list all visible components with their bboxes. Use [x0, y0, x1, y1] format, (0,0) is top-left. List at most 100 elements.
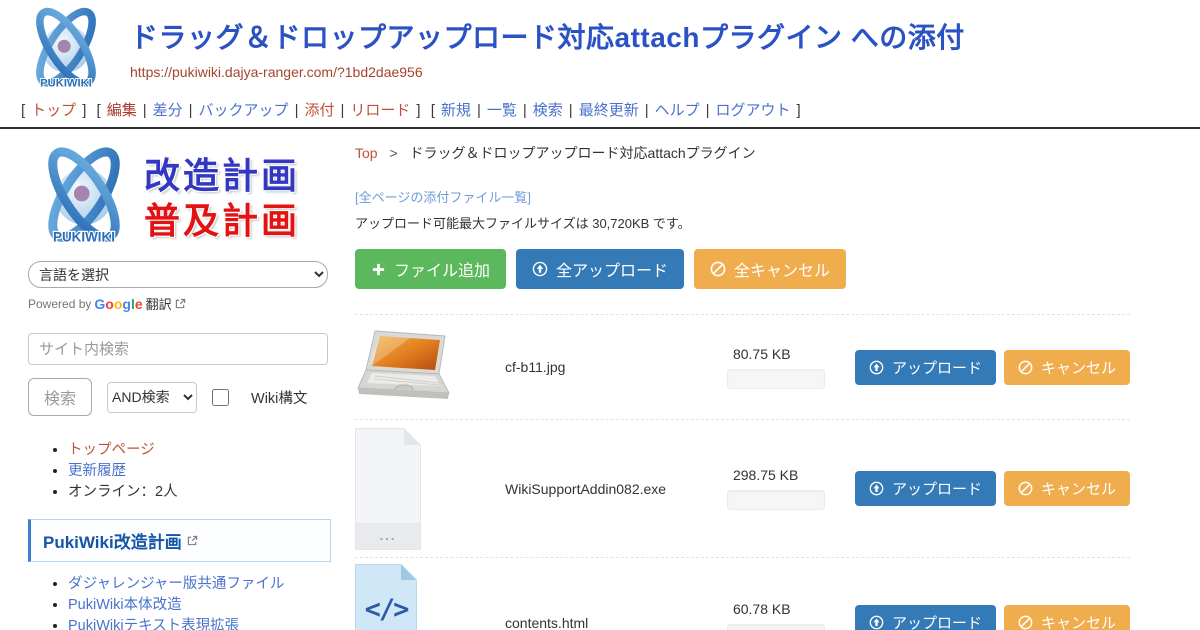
nav-link-search[interactable]: 検索 [533, 102, 563, 119]
code-tag-glyph: </> [365, 594, 408, 625]
pipe-divider: | [340, 102, 344, 119]
nav-link-edit[interactable]: 編集 [107, 102, 137, 119]
cancel-button[interactable]: キャンセル [1004, 471, 1130, 506]
sidebar-link-history[interactable]: 更新履歴 [68, 463, 126, 479]
page-title: ドラッグ＆ドロップアップロード対応attachプラグイン への添付 [130, 16, 965, 56]
pipe-divider: | [189, 102, 193, 119]
file-row: ... WikiSupportAddin082.exe 298.75 KB アッ… [355, 419, 1130, 557]
upload-toolbar: ファイル追加 全アップロード 全キャンセル [355, 249, 1130, 289]
sidebar-link-common-files[interactable]: ダジャレンジャー版共通ファイル [68, 576, 284, 592]
cancel-all-button[interactable]: 全キャンセル [694, 249, 846, 289]
file-icon-band: ... [356, 523, 420, 549]
nav-link-top[interactable]: トップ [31, 102, 76, 119]
nav-link-reload[interactable]: リロード [350, 102, 410, 119]
caption-kaizou-keikaku: 改造計画 [144, 153, 300, 198]
bracket: [ [97, 102, 101, 119]
sidebar-plugin-links: ダジャレンジャー版共通ファイル PukiWiki本体改造 PukiWikiテキス… [28, 574, 331, 630]
pipe-divider: | [477, 102, 481, 119]
file-size: 80.75 KB [727, 346, 839, 362]
svg-text:PUKIWIKI: PUKIWIKI [40, 78, 92, 90]
site-search-input[interactable] [28, 333, 328, 365]
pukiwiki-logo-icon[interactable]: PUKIWIKI [18, 6, 114, 94]
file-size: 298.75 KB [727, 467, 839, 483]
google-translate-attribution[interactable]: Powered by Google 翻訳 [28, 294, 331, 313]
external-link-icon [175, 298, 186, 309]
upload-button[interactable]: アップロード [855, 350, 996, 385]
sidebar-logo[interactable]: PUKIWIKI 改造計画 普及計画 [28, 145, 331, 251]
all-pages-attachment-list-link[interactable]: [全ページの添付ファイル一覧] [355, 187, 1130, 206]
nav-link-attach[interactable]: 添付 [304, 102, 334, 119]
nav-link-diff[interactable]: 差分 [153, 102, 183, 119]
nav-link-list[interactable]: 一覧 [487, 102, 517, 119]
list-item: オンライン：2人 [68, 482, 331, 503]
cancel-button[interactable]: キャンセル [1004, 605, 1130, 630]
file-row: </> contents.html 60.78 KB アップロード [355, 557, 1130, 630]
list-item: トップページ [68, 440, 331, 461]
list-item: PukiWiki本体改造 [68, 595, 331, 616]
wiki-syntax-checkbox[interactable] [212, 389, 229, 406]
generic-file-icon: ... [355, 428, 421, 550]
pipe-divider: | [645, 102, 649, 119]
nav-link-new[interactable]: 新規 [441, 102, 471, 119]
ban-circle-icon [1018, 360, 1033, 375]
file-name: contents.html [505, 615, 727, 630]
breadcrumb-top-link[interactable]: Top [355, 145, 378, 161]
list-item: 更新履歴 [68, 461, 331, 482]
bracket: ] [416, 102, 420, 119]
language-select[interactable]: 言語を選択 [28, 261, 328, 288]
folded-corner [404, 428, 421, 445]
pipe-divider: | [523, 102, 527, 119]
upload-progress-bar [727, 490, 825, 510]
upload-progress-bar [727, 369, 825, 389]
page-header: PUKIWIKI ドラッグ＆ドロップアップロード対応attachプラグイン への… [0, 0, 1200, 129]
cancel-button[interactable]: キャンセル [1004, 350, 1130, 385]
sidebar-quick-links: トップページ 更新履歴 オンライン：2人 [28, 440, 331, 503]
sidebar-panel-pukiwiki-kaizou: PukiWiki改造計画 [28, 519, 331, 562]
add-file-button[interactable]: ファイル追加 [355, 249, 506, 289]
upload-progress-bar [727, 624, 825, 630]
max-upload-size-note: アップロード可能最大ファイルサイズは 30,720KB です。 [355, 213, 1130, 232]
bracket: ] [797, 102, 801, 119]
pipe-divider: | [569, 102, 573, 119]
sidebar-link-text-ext[interactable]: PukiWikiテキスト表現拡張 [68, 618, 239, 630]
top-navigation: [ トップ] [ 編集 | 差分 | バックアップ | 添付 | リロード] [ 新規 | 一覧 | 検索 | 最… [18, 94, 1200, 127]
pipe-divider: | [706, 102, 710, 119]
file-row: cf-b11.jpg 80.75 KB アップロード [355, 314, 1130, 419]
main-content: Top > ドラッグ＆ドロップアップロード対応attachプラグイン [全ページ… [345, 129, 1200, 630]
search-button[interactable]: 検索 [28, 378, 92, 416]
list-item: ダジャレンジャー版共通ファイル [68, 574, 331, 595]
translate-label: 翻訳 [146, 294, 172, 313]
upload-circle-icon [869, 615, 884, 630]
plus-icon [371, 262, 386, 277]
ban-circle-icon [1018, 481, 1033, 496]
bracket: [ [431, 102, 435, 119]
upload-circle-icon [869, 360, 884, 375]
nav-link-help[interactable]: ヘルプ [655, 102, 700, 119]
nav-link-recent[interactable]: 最終更新 [579, 102, 639, 119]
sidebar-link-core-mods[interactable]: PukiWiki本体改造 [68, 597, 182, 613]
file-name: cf-b11.jpg [505, 359, 727, 375]
nav-link-backup[interactable]: バックアップ [199, 102, 289, 119]
laptop-photo-thumbnail [355, 327, 457, 407]
upload-all-button[interactable]: 全アップロード [516, 249, 684, 289]
page-url[interactable]: https://pukiwiki.dajya-ranger.com/?1bd2d… [130, 64, 965, 80]
caption-fukyuu-keikaku: 普及計画 [144, 198, 300, 243]
external-link-icon [187, 535, 198, 546]
google-logo: Google [94, 296, 142, 312]
upload-button[interactable]: アップロード [855, 605, 996, 630]
ban-circle-icon [1018, 615, 1033, 630]
search-mode-select[interactable]: AND検索 [107, 382, 197, 413]
breadcrumb: Top > ドラッグ＆ドロップアップロード対応attachプラグイン [355, 143, 1130, 163]
pipe-divider: | [295, 102, 299, 119]
ban-circle-icon [710, 261, 726, 277]
panel-title-link[interactable]: PukiWiki改造計画 [43, 528, 182, 553]
folded-corner [401, 564, 417, 580]
nav-link-logout[interactable]: ログアウト [716, 102, 791, 119]
upload-circle-icon [532, 261, 548, 277]
pipe-divider: | [143, 102, 147, 119]
sidebar: PUKIWIKI 改造計画 普及計画 言語を選択 Powered by Goog… [0, 129, 345, 630]
upload-button[interactable]: アップロード [855, 471, 996, 506]
bracket: [ [21, 102, 25, 119]
sidebar-link-toppage[interactable]: トップページ [68, 442, 155, 458]
breadcrumb-separator: > [389, 145, 397, 161]
